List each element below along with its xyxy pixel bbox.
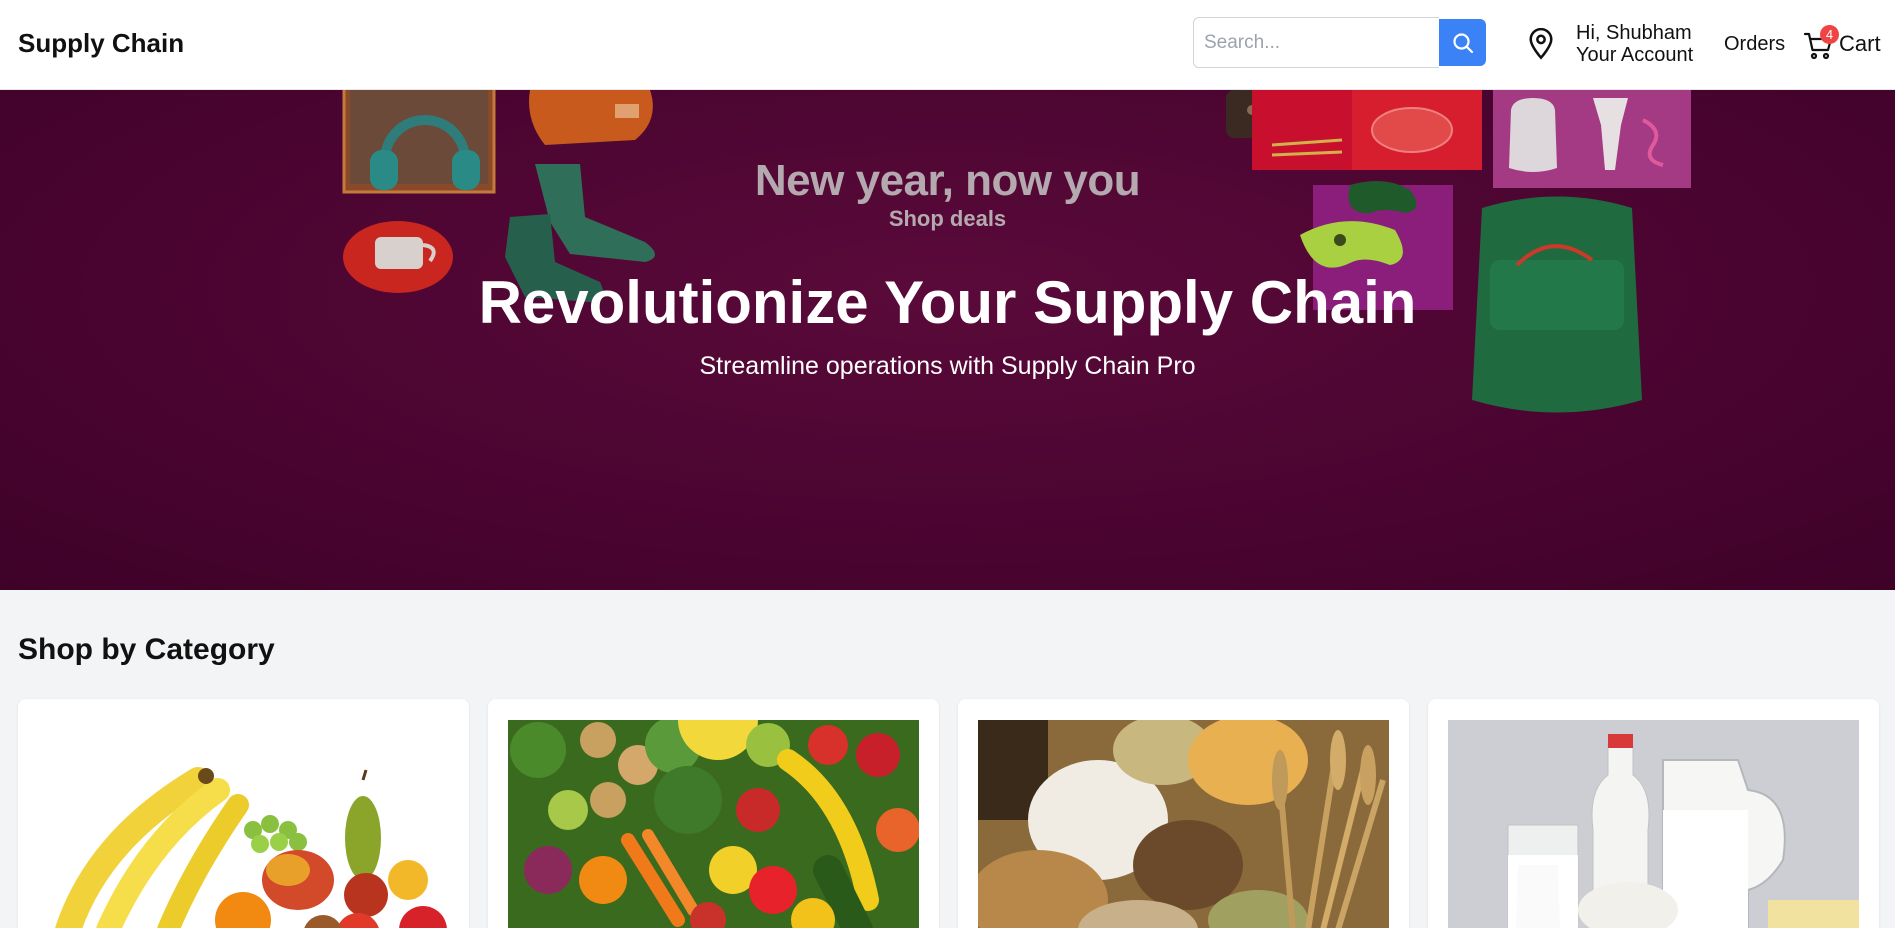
search-icon	[1452, 32, 1473, 53]
hero-banner[interactable]: New year, now you Shop deals Revolutioni…	[0, 90, 1895, 590]
category-card-vegetables[interactable]	[488, 699, 939, 928]
orders-link[interactable]: Orders	[1724, 33, 1785, 56]
category-card-fruits[interactable]	[18, 699, 469, 928]
search-button[interactable]	[1439, 19, 1486, 66]
hero-subtitle: Streamline operations with Supply Chain …	[699, 352, 1196, 380]
search-bar	[1193, 17, 1486, 68]
cart-label: Cart	[1839, 31, 1881, 56]
account-label: Your Account	[1576, 44, 1694, 66]
category-card-dairy[interactable]	[1428, 699, 1879, 928]
category-card-grains[interactable]	[958, 699, 1409, 928]
search-input[interactable]	[1193, 17, 1439, 68]
promo-title: New year, now you	[754, 156, 1141, 205]
location-pin-icon[interactable]	[1527, 28, 1555, 60]
beanie-image	[529, 90, 653, 145]
dairy-image	[1448, 720, 1859, 928]
fruits-image	[38, 720, 449, 928]
category-section-title: Shop by Category	[18, 633, 275, 666]
greeting-text: Hi, Shubham	[1576, 22, 1692, 44]
cart-icon: 4	[1803, 25, 1839, 61]
account-menu[interactable]: Hi, Shubham Your Account	[1576, 22, 1693, 66]
hero-title: Revolutionize Your Supply Chain	[478, 269, 1417, 336]
cart-button[interactable]: 4 Cart	[1803, 25, 1881, 62]
cart-count-badge: 4	[1820, 25, 1839, 44]
brand-logo[interactable]: Supply Chain	[18, 28, 184, 59]
top-navbar: Supply Chain Hi, Shubham Your Account Or…	[0, 0, 1895, 90]
promo-shop-deals[interactable]: Shop deals	[0, 206, 1895, 232]
grains-image	[978, 720, 1389, 928]
vegetables-image	[508, 720, 919, 928]
